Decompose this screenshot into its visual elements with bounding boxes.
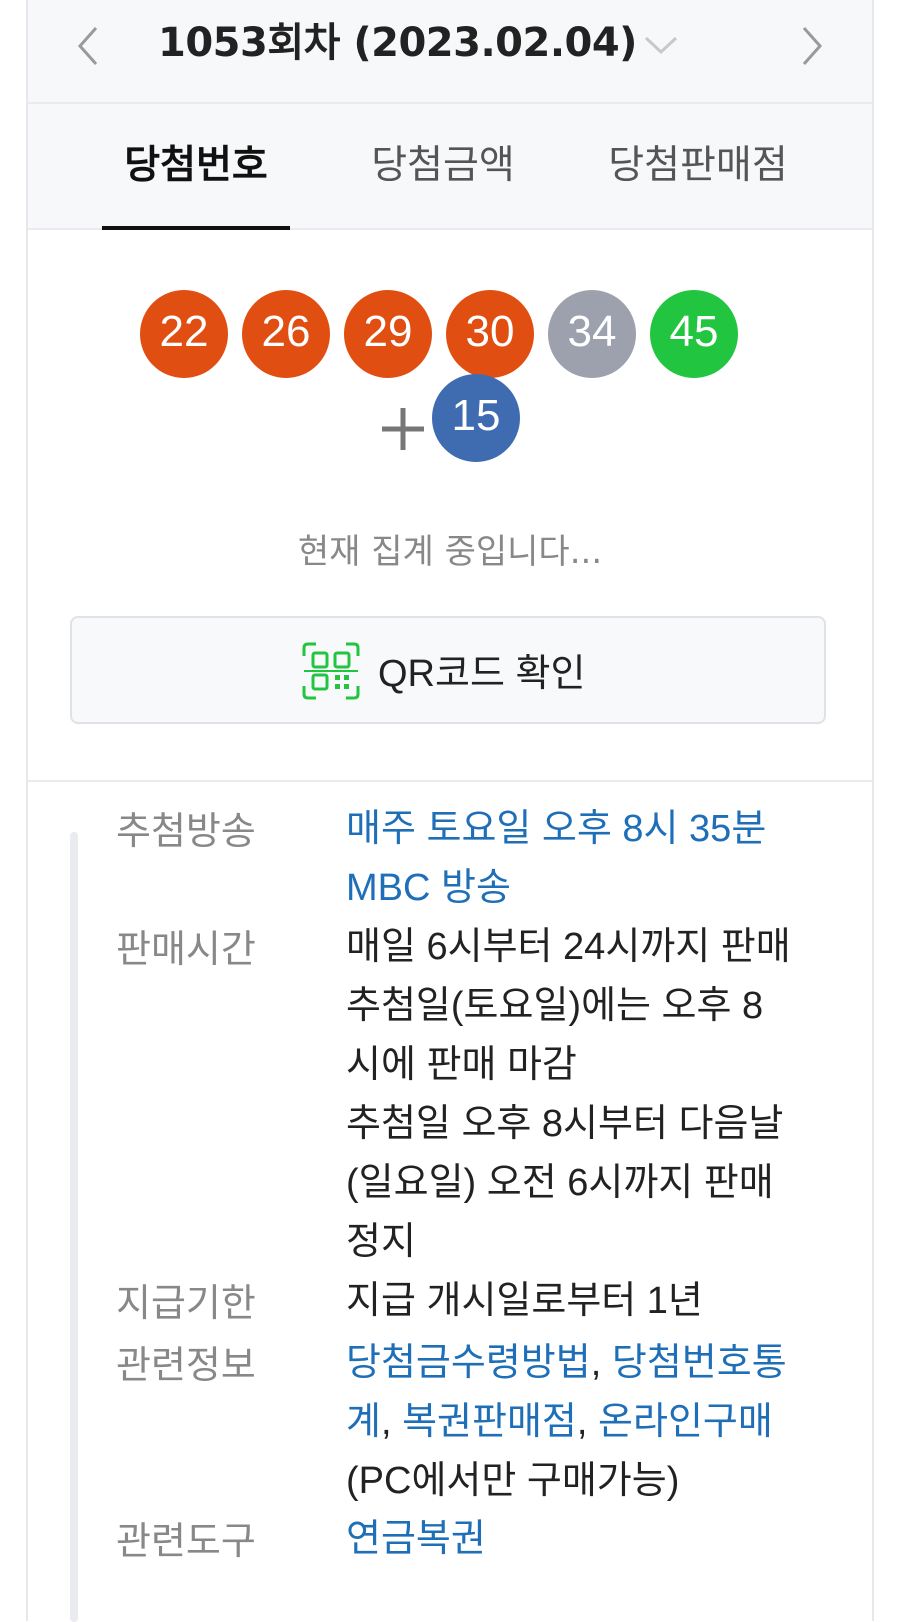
sales-time-line: 매일 6시부터 24시까지 판매 — [346, 926, 791, 968]
separator-comma: , — [590, 1342, 612, 1384]
winning-number-ball: 34 — [548, 290, 636, 378]
separator-comma: , — [576, 1401, 599, 1443]
winning-number-ball: 22 — [140, 290, 228, 378]
tab-winning-stores[interactable]: 당첨판매점 — [588, 104, 808, 228]
info-label-broadcast: 추첨방송 — [116, 811, 256, 853]
broadcast-link-line[interactable]: 매주 토요일 오후 8시 35분 — [346, 800, 856, 859]
broadcast-link-line[interactable]: MBC 방송 — [346, 859, 856, 918]
link-number-statistics[interactable]: 당첨번호통 — [612, 1342, 787, 1384]
qr-code-check-button[interactable]: QR코드 확인 — [70, 616, 826, 724]
section-divider — [28, 780, 872, 782]
plus-icon — [382, 408, 424, 450]
winning-number-ball: 30 — [446, 290, 534, 378]
info-value-payment-deadline: 지급 개시일로부터 1년 — [346, 1272, 856, 1331]
chevron-down-icon[interactable] — [640, 30, 682, 60]
info-section-bar — [70, 832, 78, 1622]
link-number-statistics-cont[interactable]: 계 — [346, 1401, 381, 1443]
round-title[interactable]: 1053회차 (2023.02.04) — [158, 10, 658, 68]
info-value-broadcast: 매주 토요일 오후 8시 35분 MBC 방송 — [346, 800, 856, 918]
chevron-right-icon — [802, 27, 823, 65]
info-label-related-info: 관련정보 — [116, 1345, 256, 1387]
link-prize-claim-method[interactable]: 당첨금수령방법 — [346, 1342, 591, 1384]
round-selector: 1053회차 (2023.02.04) — [28, 0, 872, 104]
previous-round-button[interactable] — [64, 18, 114, 74]
info-value-related-tools: 연금복권 — [346, 1510, 856, 1569]
tab-prize-amount[interactable]: 당첨금액 — [358, 104, 528, 228]
lotto-result-card: 1053회차 (2023.02.04) 당첨번호 당첨금액 당첨판매점 22 2… — [26, 0, 874, 1622]
link-lottery-stores[interactable]: 복권판매점 — [402, 1401, 577, 1443]
link-pension-lottery[interactable]: 연금복권 — [346, 1510, 856, 1569]
info-value-related-info: 당첨금수령방법, 당첨번호통 계, 복권판매점, 온라인구매 (PC에서만 구매… — [346, 1334, 856, 1511]
winning-number-ball: 29 — [344, 290, 432, 378]
info-label-related-tools: 관련도구 — [116, 1521, 256, 1563]
qr-code-icon — [302, 642, 360, 700]
sales-time-line: 추첨일 오후 8시부터 다음날 — [346, 1103, 784, 1145]
online-purchase-note: (PC에서만 구매가능) — [346, 1460, 680, 1502]
info-value-sales-time: 매일 6시부터 24시까지 판매 추첨일(토요일)에는 오후 8 시에 판매 마… — [346, 918, 856, 1272]
payment-deadline-text: 지급 개시일로부터 1년 — [346, 1280, 703, 1322]
sales-time-line: 추첨일(토요일)에는 오후 8 — [346, 985, 764, 1027]
sales-time-line: (일요일) 오전 6시까지 판매 — [346, 1162, 774, 1204]
winning-number-ball: 26 — [242, 290, 330, 378]
link-online-purchase[interactable]: 온라인구매 — [598, 1401, 773, 1443]
qr-button-label: QR코드 확인 — [378, 653, 586, 695]
sales-time-line: 정지 — [346, 1221, 416, 1263]
info-label-sales-time: 판매시간 — [116, 929, 256, 971]
separator-comma: , — [380, 1401, 403, 1443]
winning-number-ball: 45 — [650, 290, 738, 378]
status-text: 현재 집계 중입니다... — [297, 532, 603, 572]
result-tabs: 당첨번호 당첨금액 당첨판매점 — [28, 104, 872, 230]
tab-winning-numbers[interactable]: 당첨번호 — [102, 104, 290, 230]
info-label-payment-deadline: 지급기한 — [116, 1283, 256, 1325]
sales-time-line: 시에 판매 마감 — [346, 1044, 577, 1086]
bonus-number-ball: 15 — [432, 374, 520, 462]
next-round-button[interactable] — [786, 18, 836, 74]
chevron-left-icon — [77, 27, 98, 65]
